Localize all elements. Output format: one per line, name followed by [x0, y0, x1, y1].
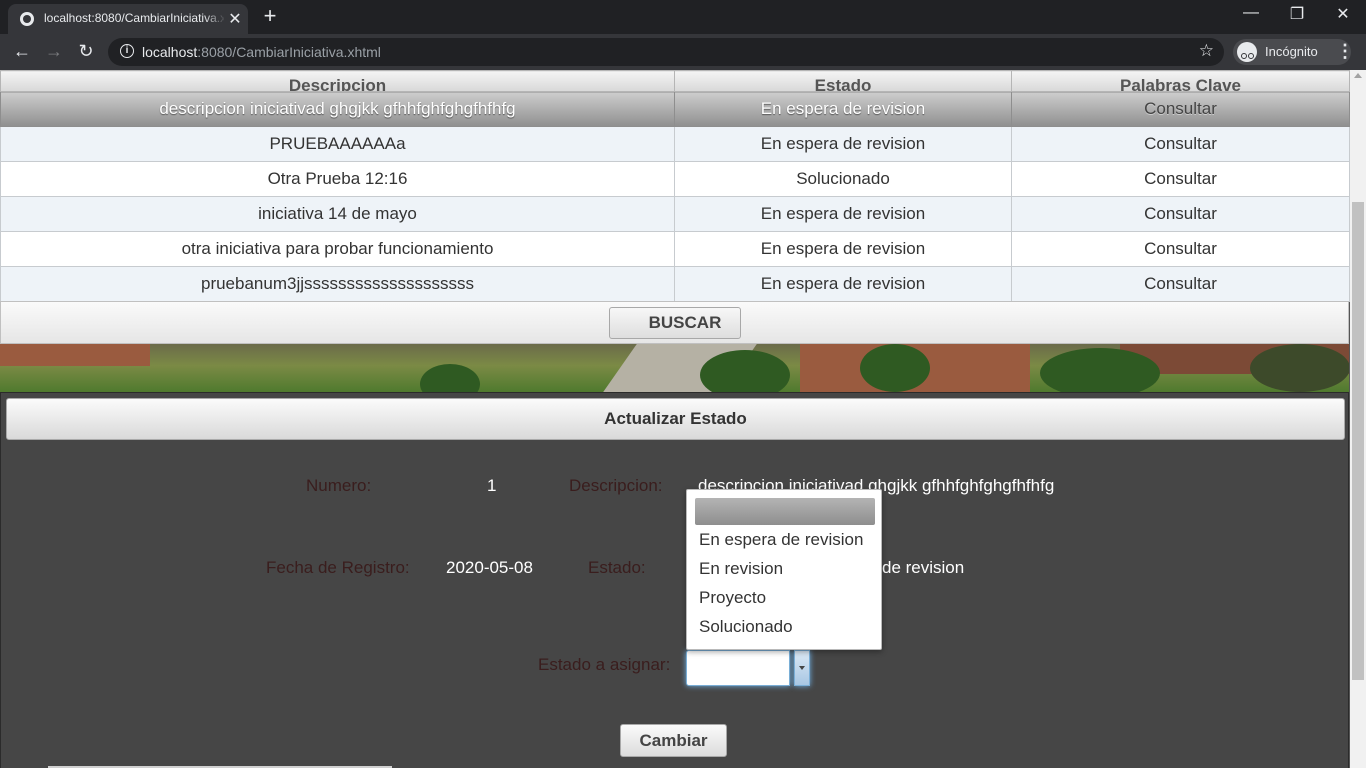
- table-footer: BUSCAR: [0, 301, 1349, 344]
- browser-toolbar: ← → ↻ i localhost:8080/CambiarIniciativa…: [0, 34, 1366, 70]
- address-bar[interactable]: i localhost:8080/CambiarIniciativa.xhtml…: [108, 38, 1224, 66]
- table-row[interactable]: Otra Prueba 12:16 Solucionado Consultar: [0, 161, 1350, 197]
- table-row[interactable]: otra iniciativa para probar funcionamien…: [0, 231, 1350, 267]
- incognito-badge[interactable]: Incógnito: [1233, 39, 1351, 65]
- restore-icon[interactable]: ❐: [1274, 4, 1320, 24]
- url-host: localhost: [142, 44, 198, 60]
- reload-icon[interactable]: ↻: [74, 41, 98, 62]
- fecha-registro-value: 2020-05-08: [446, 558, 533, 577]
- actualizar-estado-panel: Actualizar Estado: [0, 392, 1349, 768]
- consultar-link[interactable]: Consultar: [1011, 161, 1350, 197]
- cambiar-button[interactable]: Cambiar: [620, 724, 727, 757]
- consultar-link[interactable]: Consultar: [1011, 196, 1350, 232]
- url-path: :8080/CambiarIniciativa.xhtml: [197, 44, 381, 60]
- incognito-icon: [1237, 42, 1257, 62]
- estado-asignar-select[interactable]: [686, 650, 790, 686]
- table-row[interactable]: pruebanum3jjssssssssssssssssssss En espe…: [0, 266, 1350, 302]
- column-header-estado[interactable]: Estado: [674, 70, 1012, 92]
- bookmark-star-icon[interactable]: ☆: [1199, 41, 1214, 61]
- browser-menu-icon[interactable]: ⋮: [1336, 41, 1354, 62]
- chevron-down-icon[interactable]: [794, 650, 810, 686]
- dropdown-option-empty[interactable]: [695, 498, 875, 525]
- panel-title[interactable]: Actualizar Estado: [6, 398, 1345, 440]
- estado-asignar-label: Estado a asignar:: [538, 655, 671, 674]
- photo-bush: [700, 350, 790, 392]
- cell-descripcion[interactable]: iniciativa 14 de mayo: [0, 196, 675, 232]
- table-row[interactable]: PRUEBAAAAAAa En espera de revision Consu…: [0, 126, 1350, 162]
- photo-brick-wall: [0, 344, 150, 366]
- cell-descripcion[interactable]: descripcion iniciativad ghgjkk gfhhfghfg…: [0, 91, 675, 127]
- consultar-link[interactable]: Consultar: [1011, 231, 1350, 267]
- consultar-link[interactable]: Consultar: [1011, 266, 1350, 302]
- photo-bush: [1040, 348, 1160, 392]
- dropdown-option-solucionado[interactable]: Solucionado: [699, 617, 793, 637]
- photo-bush: [420, 364, 480, 392]
- consultar-link[interactable]: Consultar: [1011, 91, 1350, 127]
- consultar-link[interactable]: Consultar: [1011, 126, 1350, 162]
- site-info-icon[interactable]: i: [120, 44, 134, 58]
- globe-icon: [20, 12, 34, 26]
- column-header-palabras-clave[interactable]: Palabras Clave: [1011, 70, 1350, 92]
- url-text[interactable]: localhost:8080/CambiarIniciativa.xhtml: [142, 44, 381, 60]
- table-header-row: Descripcion Estado Palabras Clave: [0, 70, 1350, 92]
- dropdown-option-en-revision[interactable]: En revision: [699, 559, 783, 579]
- tab-close-icon[interactable]: ✕: [226, 9, 244, 29]
- cell-descripcion[interactable]: otra iniciativa para probar funcionamien…: [0, 231, 675, 267]
- cell-estado[interactable]: En espera de revision: [674, 196, 1012, 232]
- cell-descripcion[interactable]: PRUEBAAAAAAa: [0, 126, 675, 162]
- scrollbar-thumb[interactable]: [1352, 202, 1364, 680]
- back-icon[interactable]: ←: [10, 41, 34, 62]
- browser-tab-strip: localhost:8080/CambiarIniciativa.xhtml ✕…: [0, 0, 1366, 34]
- dropdown-option-en-espera[interactable]: En espera de revision: [699, 530, 863, 550]
- numero-label: Numero:: [306, 476, 372, 495]
- scroll-up-icon[interactable]: [1354, 73, 1362, 78]
- vertical-scrollbar[interactable]: [1350, 70, 1366, 768]
- iniciativas-table: Descripcion Estado Palabras Clave descri…: [0, 70, 1350, 302]
- buscar-button[interactable]: BUSCAR: [609, 307, 741, 339]
- photo-bush: [860, 344, 930, 392]
- photo-bush: [1250, 344, 1349, 392]
- tab-title: localhost:8080/CambiarIniciativa.xhtml: [44, 11, 224, 25]
- cell-estado[interactable]: En espera de revision: [674, 126, 1012, 162]
- estado-label: Estado:: [588, 558, 646, 577]
- table-row-selected[interactable]: descripcion iniciativad ghgjkk gfhhfghfg…: [0, 91, 1350, 127]
- minimize-icon[interactable]: —: [1228, 4, 1274, 22]
- new-tab-icon[interactable]: +: [258, 3, 282, 29]
- descripcion-label: Descripcion:: [569, 476, 663, 495]
- dropdown-option-proyecto[interactable]: Proyecto: [699, 588, 766, 608]
- campus-background-image: [0, 344, 1349, 392]
- cell-estado[interactable]: Solucionado: [674, 161, 1012, 197]
- window-close-icon[interactable]: ✕: [1320, 4, 1366, 24]
- numero-value: 1: [487, 476, 497, 495]
- cell-estado[interactable]: En espera de revision: [674, 266, 1012, 302]
- column-header-descripcion[interactable]: Descripcion: [0, 70, 675, 92]
- active-tab[interactable]: localhost:8080/CambiarIniciativa.xhtml ✕: [8, 4, 248, 34]
- cell-descripcion[interactable]: Otra Prueba 12:16: [0, 161, 675, 197]
- incognito-label: Incógnito: [1265, 44, 1318, 59]
- tab-title-fade: [204, 8, 226, 28]
- cell-estado[interactable]: En espera de revision: [674, 231, 1012, 267]
- page-viewport: Descripcion Estado Palabras Clave descri…: [0, 70, 1366, 768]
- estado-value: de revision: [882, 558, 965, 577]
- cell-estado[interactable]: En espera de revision: [674, 91, 1012, 127]
- table-row[interactable]: iniciativa 14 de mayo En espera de revis…: [0, 196, 1350, 232]
- cell-descripcion[interactable]: pruebanum3jjssssssssssssssssssss: [0, 266, 675, 302]
- fecha-registro-label: Fecha de Registro:: [266, 558, 410, 577]
- estado-dropdown-list: En espera de revision En revision Proyec…: [686, 489, 882, 650]
- forward-icon[interactable]: →: [42, 41, 66, 62]
